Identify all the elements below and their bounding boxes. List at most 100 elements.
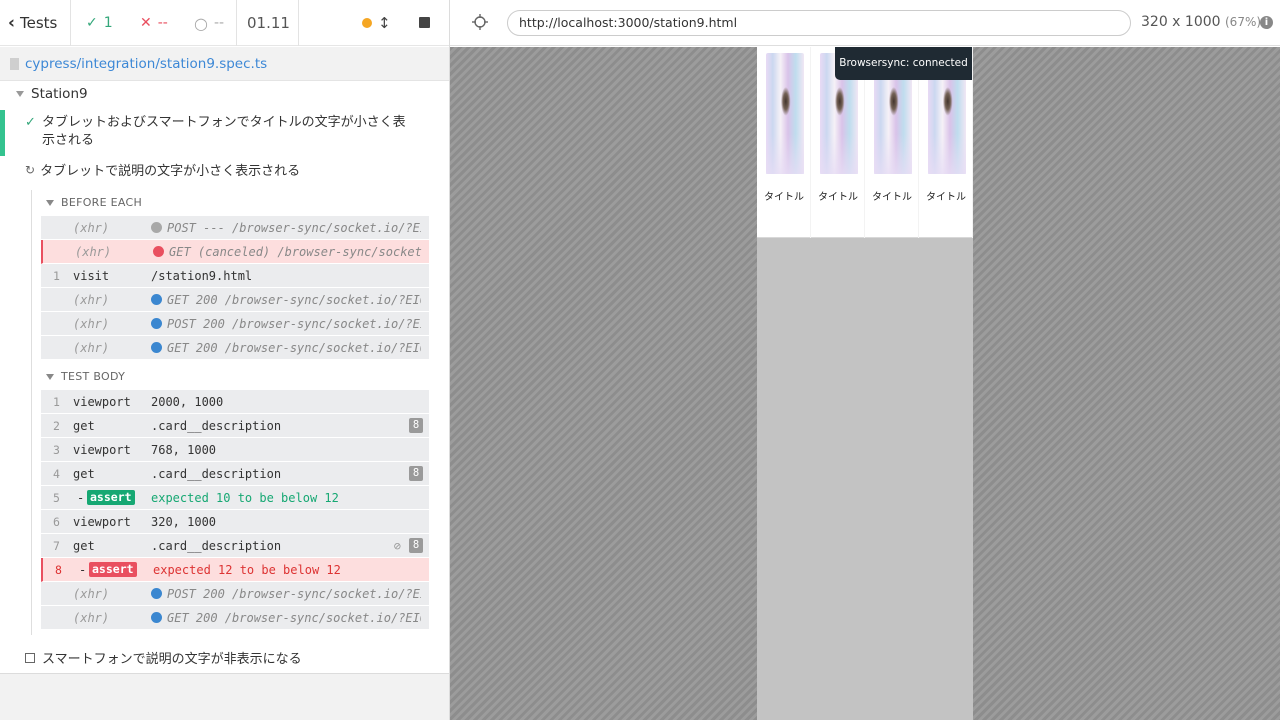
- command-row[interactable]: (xhr) POST --- /browser-sync/socket.io/?E…: [41, 216, 429, 240]
- caret-down-icon: [46, 373, 54, 380]
- test-title: スマートフォンで説明の文字が非表示になる: [42, 652, 302, 667]
- command-name: viewport: [73, 515, 131, 529]
- browsersync-toast: Browsersync: connected: [835, 47, 972, 80]
- command-name: (xhr): [73, 611, 110, 625]
- command-row[interactable]: 4 get .card__description 8: [41, 462, 429, 486]
- command-message: 320, 1000: [151, 515, 421, 529]
- command-message-text: GET (canceled) /browser-sync/socket.io/?…: [169, 245, 423, 259]
- assert-badge: assert: [89, 562, 137, 577]
- command-number: 1: [53, 395, 60, 409]
- command-row[interactable]: 7 get .card__description ⊘ 8: [41, 534, 429, 558]
- command-message: .card__description: [151, 467, 421, 481]
- hook-label: BEFORE EACH: [61, 196, 143, 209]
- card-title: タイトル: [872, 192, 912, 203]
- command-row[interactable]: 1 visit/station9.html: [41, 264, 429, 288]
- command-row[interactable]: (xhr) GET 200 /browser-sync/socket.io/?EI…: [41, 288, 429, 312]
- command-message: GET 200 /browser-sync/socket.io/?EIO=4&t…: [151, 341, 421, 355]
- command-message-text: .card__description: [151, 419, 282, 433]
- status-dot-icon: [151, 222, 162, 233]
- passed-count: 1: [103, 15, 113, 31]
- status-dot-icon: [151, 612, 162, 623]
- hook-before-each[interactable]: BEFORE EACH: [46, 196, 142, 209]
- command-row[interactable]: 3 viewport 768, 1000: [41, 438, 429, 462]
- hook-test-body[interactable]: TEST BODY: [46, 370, 125, 383]
- check-icon: ✓: [25, 115, 36, 130]
- caret-down-icon: [46, 199, 54, 206]
- test-body-commands: 1 viewport 2000, 1000 2 get .card__descriptio…: [41, 390, 429, 630]
- pending-stat: ○ --: [194, 0, 224, 46]
- failed-stat: ✕ --: [140, 0, 168, 46]
- stop-icon[interactable]: [419, 17, 430, 28]
- command-name: visit: [73, 269, 110, 283]
- suite-title[interactable]: Station9: [16, 86, 88, 102]
- pass-indicator: [0, 110, 5, 156]
- card-title: タイトル: [818, 192, 858, 203]
- app-iframe: タイトル タイトル タイトル タイトル Browsersync: connect…: [757, 47, 973, 720]
- command-message: 2000, 1000: [151, 395, 421, 409]
- crosshair-icon[interactable]: [472, 14, 488, 30]
- status-dot-icon: [151, 294, 162, 305]
- spec-path-link[interactable]: cypress/integration/station9.spec.ts: [25, 56, 267, 72]
- circle-icon: ○: [194, 13, 208, 33]
- tests-label: Tests: [20, 14, 58, 32]
- assert-badge: assert: [87, 490, 135, 505]
- command-dash: -: [79, 563, 87, 577]
- aut-stage: タイトル タイトル タイトル タイトル Browsersync: connect…: [450, 47, 1280, 720]
- command-message: .card__description: [151, 539, 421, 553]
- command-name: (xhr): [73, 293, 110, 307]
- command-row[interactable]: 8 - assert expected 12 to be below 12: [41, 558, 429, 582]
- command-number: 1: [53, 269, 60, 283]
- command-row[interactable]: (xhr) GET 200 /browser-sync/socket.io/?EI…: [41, 336, 429, 360]
- tests-back-button[interactable]: ‹ Tests: [8, 0, 57, 46]
- command-message: GET 200 /browser-sync/socket.io/?EIO=4&t…: [151, 293, 421, 307]
- reporter-panel: ‹ Tests ✓ 1 ✕ -- ○ -- 01.11 ↕ cypress/in…: [0, 0, 450, 720]
- check-icon: ✓: [86, 15, 98, 31]
- command-number: 3: [53, 443, 60, 457]
- command-message: POST --- /browser-sync/socket.io/?EIO=4&…: [151, 221, 421, 235]
- info-icon[interactable]: i: [1260, 16, 1273, 29]
- command-name: (xhr): [73, 317, 110, 331]
- command-name: viewport: [73, 395, 131, 409]
- command-row[interactable]: (xhr) GET 200 /browser-sync/socket.io/?EI…: [41, 606, 429, 630]
- arrows-vertical-icon[interactable]: ↕: [378, 0, 391, 46]
- viewport-info[interactable]: 320 x 1000 (67%): [1141, 14, 1261, 30]
- status-dot-icon: [153, 246, 164, 257]
- duration: 01.11: [247, 14, 290, 32]
- test-passed[interactable]: ✓ タブレットおよびスマートフォンでタイトルの文字が小さく表示される: [25, 114, 415, 150]
- command-row[interactable]: (xhr) GET (canceled) /browser-sync/socket…: [41, 240, 429, 264]
- divider: [70, 0, 71, 46]
- test-pending[interactable]: スマートフォンで説明の文字が非表示になる: [25, 648, 302, 667]
- command-row[interactable]: (xhr) POST 200 /browser-sync/socket.io/?E…: [41, 312, 429, 336]
- command-message: /station9.html: [151, 269, 421, 283]
- cross-icon: ✕: [140, 15, 152, 31]
- card-image: [766, 53, 804, 174]
- divider: [298, 0, 299, 46]
- aut-header: http://localhost:3000/station9.html 320 …: [450, 0, 1280, 46]
- status-dot-icon: [151, 342, 162, 353]
- command-message: GET 200 /browser-sync/socket.io/?EIO=4&t…: [151, 611, 421, 625]
- command-message: POST 200 /browser-sync/socket.io/?EIO=4&…: [151, 317, 421, 331]
- command-message-text: /station9.html: [151, 269, 253, 283]
- element-count-badge: 8: [409, 466, 423, 481]
- command-message-text: POST --- /browser-sync/socket.io/?EIO=4&…: [167, 221, 421, 235]
- status-dot-icon: [151, 318, 162, 329]
- command-number: 4: [53, 467, 60, 481]
- command-message-text: GET 200 /browser-sync/socket.io/?EIO=4&t…: [167, 611, 421, 625]
- status-dot-icon: [151, 588, 162, 599]
- refresh-icon: ↻: [25, 162, 36, 177]
- command-row[interactable]: 2 get .card__description 8: [41, 414, 429, 438]
- hook-label: TEST BODY: [61, 370, 126, 383]
- element-count-badge: 8: [409, 538, 423, 553]
- command-row[interactable]: 5 - assert expected 10 to be below 12: [41, 486, 429, 510]
- running-status-dot: [362, 18, 372, 28]
- command-message-text: expected 12 to be below 12: [153, 563, 341, 577]
- command-row[interactable]: (xhr) POST 200 /browser-sync/socket.io/?E…: [41, 582, 429, 606]
- url-bar[interactable]: http://localhost:3000/station9.html: [507, 10, 1131, 36]
- command-row[interactable]: 6 viewport 320, 1000: [41, 510, 429, 534]
- test-running[interactable]: ↻ タブレットで説明の文字が小さく表示される: [25, 160, 300, 180]
- command-message: expected 12 to be below 12: [153, 563, 423, 577]
- eye-slash-icon: ⊘: [393, 539, 401, 553]
- test-title: タブレットおよびスマートフォンでタイトルの文字が小さく表示される: [42, 115, 406, 148]
- command-row[interactable]: 1 viewport 2000, 1000: [41, 390, 429, 414]
- reporter-footer: [0, 673, 449, 720]
